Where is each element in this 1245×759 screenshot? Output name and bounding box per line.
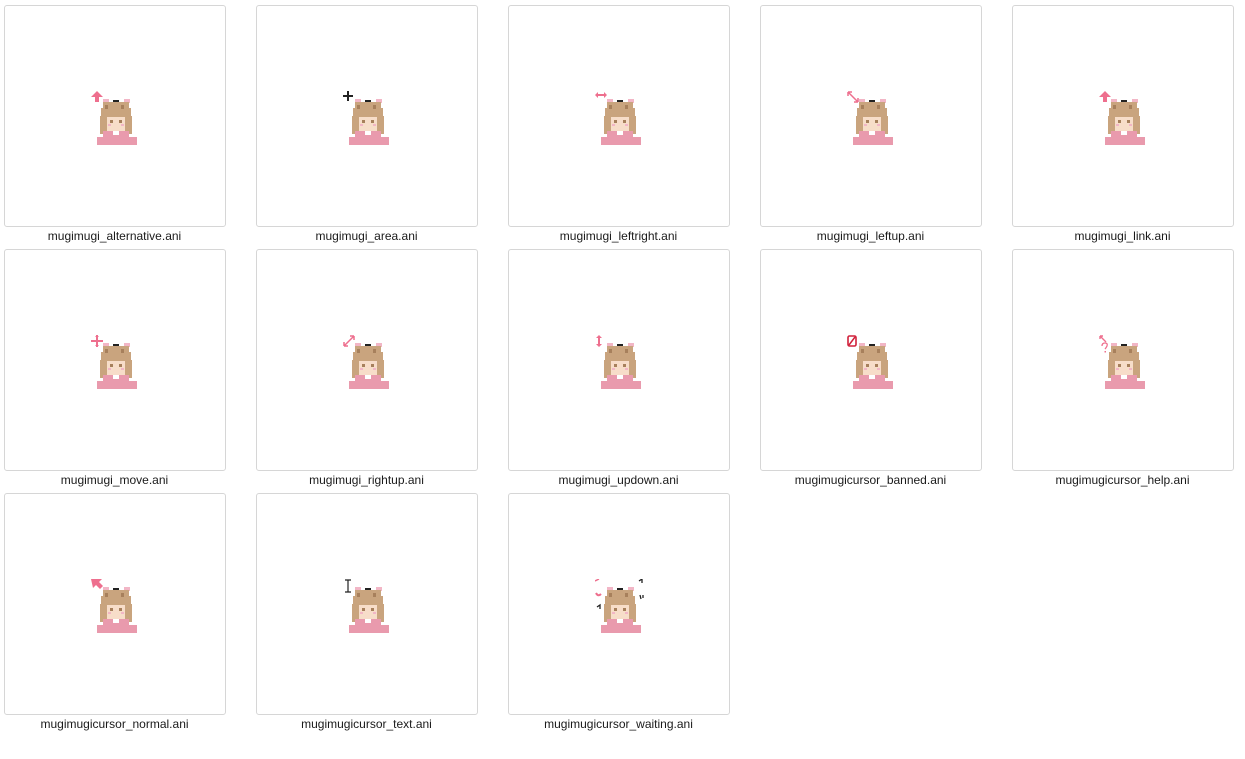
chibi-girl-figure — [96, 343, 137, 389]
cursor-glyph — [90, 91, 103, 102]
cursor-rightup-icon — [342, 335, 389, 389]
chibi-girl-figure — [348, 99, 389, 145]
file-grid: mugimugi_alternative.ani mugimugi_area.an… — [3, 5, 1234, 737]
file-name-label: mugimugi_leftup.ani — [816, 229, 925, 243]
cursor-area-icon — [342, 91, 389, 145]
chibi-girl-figure — [1104, 99, 1145, 145]
file-item[interactable]: mugimugi_rightup.ani — [255, 249, 478, 493]
chibi-girl-figure — [600, 343, 641, 389]
file-name-label: mugimugicursor_banned.ani — [794, 473, 947, 487]
cursor-alternative-icon — [90, 91, 137, 145]
file-item[interactable]: mugimugi_updown.ani — [507, 249, 730, 493]
cursor-normal-icon — [90, 579, 137, 633]
cursor-link-icon — [1098, 91, 1145, 145]
chibi-girl-figure — [96, 99, 137, 145]
chibi-girl-figure — [600, 99, 641, 145]
file-thumbnail[interactable] — [507, 249, 730, 471]
file-item[interactable]: mugimugi_move.ani — [3, 249, 226, 493]
cursor-move-icon — [90, 335, 137, 389]
file-item[interactable]: mugimugicursor_banned.ani — [759, 249, 982, 493]
file-item[interactable]: mugimugicursor_normal.ani — [3, 493, 226, 737]
chibi-girl-figure — [1104, 343, 1145, 389]
file-thumbnail[interactable] — [3, 5, 226, 227]
file-thumbnail[interactable] — [759, 5, 982, 227]
file-thumbnail[interactable] — [255, 5, 478, 227]
chibi-girl-figure — [96, 587, 137, 633]
cursor-glyph — [342, 335, 355, 347]
cursor-glyph — [344, 579, 351, 593]
chibi-girl-figure — [852, 99, 893, 145]
file-name-label: mugimugicursor_waiting.ani — [544, 717, 693, 731]
cursor-leftright-icon — [594, 92, 641, 145]
cursor-text-icon — [344, 579, 389, 633]
cursor-glyph — [1098, 335, 1108, 353]
file-item[interactable]: mugimugicursor_help.ani — [1011, 249, 1234, 493]
file-name-label: mugimugi_area.ani — [315, 229, 418, 243]
chibi-girl-figure — [348, 343, 389, 389]
file-thumbnail[interactable] — [3, 249, 226, 471]
cursor-glyph — [846, 335, 857, 347]
file-item[interactable]: mugimugi_leftright.ani — [507, 5, 730, 249]
cursor-glyph — [595, 335, 602, 347]
file-thumbnail[interactable] — [255, 249, 478, 471]
chibi-girl-figure — [852, 343, 893, 389]
file-item[interactable]: mugimugi_area.ani — [255, 5, 478, 249]
file-item[interactable]: mugimugi_alternative.ani — [3, 5, 226, 249]
cursor-glyph — [1098, 91, 1111, 102]
file-name-label: mugimugi_leftright.ani — [559, 229, 678, 243]
file-name-label: mugimugi_alternative.ani — [47, 229, 182, 243]
file-thumbnail[interactable] — [3, 493, 226, 715]
file-name-label: mugimugicursor_text.ani — [301, 717, 432, 731]
cursor-updown-icon — [595, 335, 641, 389]
cursor-leftup-icon — [846, 91, 893, 145]
cursor-glyph — [594, 92, 607, 98]
file-thumbnail[interactable] — [507, 493, 730, 715]
file-item[interactable]: mugimugicursor_text.ani — [255, 493, 478, 737]
cursor-help-icon — [1098, 335, 1145, 389]
file-thumbnail[interactable] — [255, 493, 478, 715]
cursor-glyph — [90, 335, 103, 347]
file-name-label: mugimugi_rightup.ani — [309, 473, 424, 487]
file-thumbnail[interactable] — [1011, 5, 1234, 227]
cursor-waiting-icon — [594, 579, 644, 633]
file-name-label: mugimugicursor_help.ani — [1055, 473, 1190, 487]
file-name-label: mugimugi_updown.ani — [558, 473, 679, 487]
file-item[interactable]: mugimugi_leftup.ani — [759, 5, 982, 249]
chibi-girl-figure — [348, 587, 389, 633]
file-item[interactable]: mugimugicursor_waiting.ani — [507, 493, 730, 737]
file-item[interactable]: mugimugi_link.ani — [1011, 5, 1234, 249]
file-name-label: mugimugicursor_normal.ani — [40, 717, 189, 731]
file-thumbnail[interactable] — [1011, 249, 1234, 471]
file-thumbnail[interactable] — [507, 5, 730, 227]
file-thumbnail[interactable] — [759, 249, 982, 471]
cursor-glyph — [846, 91, 859, 103]
file-name-label: mugimugi_link.ani — [1074, 229, 1171, 243]
cursor-glyph — [90, 579, 103, 589]
chibi-girl-figure — [600, 587, 641, 633]
cursor-banned-icon — [846, 335, 893, 389]
file-name-label: mugimugi_move.ani — [60, 473, 169, 487]
cursor-glyph — [342, 91, 353, 101]
